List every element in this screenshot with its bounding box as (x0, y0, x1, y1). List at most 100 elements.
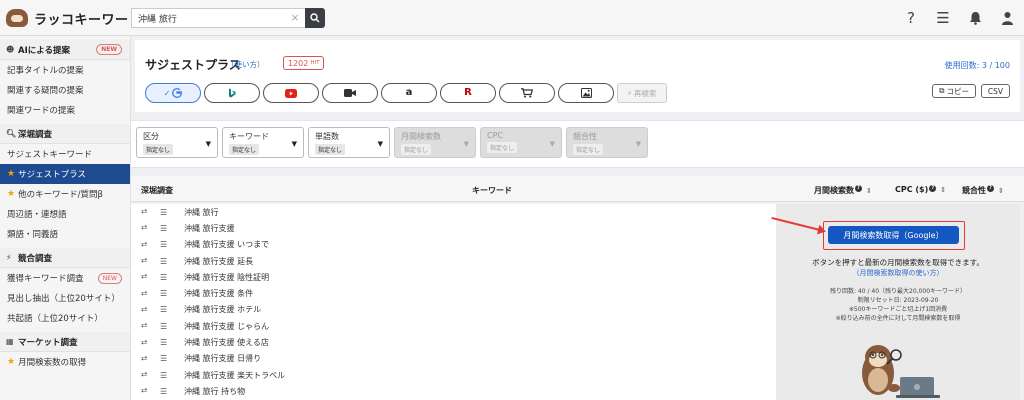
menu-icon[interactable]: ☰ (934, 9, 952, 27)
sidebar-item-acquired-keywords[interactable]: 獲得キーワード調査 NEW (0, 268, 130, 288)
search-icon (310, 13, 320, 23)
filter-value: 指定なし (315, 144, 346, 155)
dig-deeper-icon[interactable]: ⮂ (141, 289, 157, 299)
menu-icon[interactable]: ☰ (160, 305, 176, 314)
app-logo[interactable]: ラッコキーワード (6, 7, 142, 29)
table-row: ⮂ ☰ 沖縄 旅行支援 (131, 220, 776, 236)
engine-youtube-button[interactable] (263, 83, 319, 103)
sidebar-item-suggest-keyword[interactable]: サジェストキーワード (0, 144, 130, 164)
dig-deeper-icon[interactable]: ⮂ (141, 370, 157, 380)
dig-deeper-icon[interactable]: ⮂ (141, 386, 157, 396)
star-icon: ★ (7, 189, 16, 199)
engine-images-button[interactable] (558, 83, 614, 103)
dig-deeper-icon[interactable]: ⮂ (141, 207, 157, 217)
menu-icon[interactable]: ☰ (160, 322, 176, 331)
clear-icon[interactable]: × (289, 12, 301, 24)
menu-icon[interactable]: ☰ (160, 257, 176, 266)
engine-google-button[interactable]: ✓ (145, 83, 201, 103)
dig-deeper-icon[interactable]: ⮂ (141, 256, 157, 266)
dig-deeper-icon[interactable]: ⮂ (141, 338, 157, 348)
engine-rakuten-button[interactable]: R (440, 83, 496, 103)
table-row: ⮂ ☰ 沖縄 旅行 (131, 204, 776, 220)
section-title: 競合調査 (18, 253, 53, 264)
sidebar-section-market: ▦ マーケット調査 (0, 332, 130, 352)
dig-deeper-icon[interactable]: ⮂ (141, 223, 157, 233)
sidebar-item-cooccurrence[interactable]: 共起語（上位20サイト） (0, 308, 130, 328)
new-badge: NEW (96, 44, 122, 55)
sort-icon[interactable]: ⇕ (940, 186, 946, 194)
sidebar-item-question-suggest[interactable]: 関連する疑問の提案 (0, 80, 130, 100)
user-icon[interactable] (998, 9, 1016, 27)
menu-icon[interactable]: ☰ (160, 224, 176, 233)
filter-keyword[interactable]: キーワード 指定なし ▼ (222, 127, 304, 158)
sidebar-item-other-keywords[interactable]: ★ 他のキーワード/質問β (0, 184, 130, 204)
help-icon[interactable]: ? (855, 185, 862, 192)
filter-monthly-volume: 月間検索数 指定なし ▼ (394, 127, 476, 158)
sidebar-item-label: 他のキーワード/質問β (18, 190, 103, 200)
menu-icon[interactable]: ☰ (160, 240, 176, 249)
table-row: ⮂ ☰ 沖縄 旅行支援 じゃらん (131, 318, 776, 334)
sidebar-item-title-suggest[interactable]: 記事タイトルの提案 (0, 60, 130, 80)
bing-icon (229, 88, 236, 98)
menu-icon[interactable]: ☰ (160, 354, 176, 363)
image-icon (580, 88, 592, 98)
filter-word-count[interactable]: 単語数 指定なし ▼ (308, 127, 390, 158)
search-icon: ⌕ (627, 88, 632, 97)
star-icon: ★ (7, 169, 16, 179)
volume-howto-link[interactable]: （月間検索数取得の使い方） (776, 268, 1020, 278)
engine-amazon-button[interactable]: a (381, 83, 437, 103)
search-input[interactable] (131, 8, 305, 28)
research-button[interactable]: ⌕ 再検索 (617, 83, 667, 103)
section-title: マーケット調査 (18, 337, 78, 348)
table-row: ⮂ ☰ 沖縄 旅行 持ち物 (131, 383, 776, 399)
bell-icon[interactable] (966, 9, 984, 27)
help-icon[interactable]: ? (902, 9, 920, 27)
help-icon[interactable]: ? (987, 185, 994, 192)
col-volume-header[interactable]: 月間検索数? ⇕ (814, 185, 872, 196)
app-name: ラッコキーワード (34, 12, 143, 28)
dig-deeper-icon[interactable]: ⮂ (141, 240, 157, 250)
search-button[interactable] (305, 8, 325, 28)
menu-icon[interactable]: ☰ (160, 371, 176, 380)
filter-value: 指定なし (573, 144, 604, 155)
menu-icon[interactable]: ☰ (160, 289, 176, 298)
rakuten-icon: R (464, 87, 472, 98)
col-label: CPC ($) (895, 185, 929, 194)
engine-video-button[interactable] (322, 83, 378, 103)
sidebar-item-headings[interactable]: 見出し抽出（上位20サイト） (0, 288, 130, 308)
csv-button[interactable]: CSV (980, 84, 1010, 98)
col-cpc-header[interactable]: CPC ($)? ⇕ (895, 185, 946, 194)
sidebar-item-synonyms[interactable]: 類語・同義語 (0, 224, 130, 244)
hit-count-badge: 1202 HIT (283, 56, 325, 70)
menu-icon[interactable]: ☰ (160, 208, 176, 217)
help-icon[interactable]: ? (929, 185, 937, 192)
engine-bing-button[interactable] (204, 83, 260, 103)
col-keyword-header: キーワード (472, 186, 512, 195)
filter-bar: 区分 指定なし ▼ キーワード 指定なし ▼ 単語数 指定なし ▼ 月間検索数 指定なし ▼ C… (131, 120, 1024, 168)
menu-icon[interactable]: ☰ (160, 273, 176, 282)
dig-deeper-icon[interactable]: ⮂ (141, 321, 157, 331)
dig-deeper-icon[interactable]: ⮂ (141, 305, 157, 315)
caret-down-icon: ▼ (549, 140, 555, 148)
copy-button[interactable]: ⧉ コピー (932, 84, 976, 98)
menu-icon[interactable]: ☰ (160, 338, 176, 347)
sidebar-section-competitor: ⚡︎ 競合調査 (0, 248, 130, 268)
col-comp-header[interactable]: 競合性? ⇕ (962, 185, 1004, 196)
engine-shopping-button[interactable] (499, 83, 555, 103)
howto-link[interactable]: （使い方） (227, 59, 265, 70)
sort-icon[interactable]: ⇕ (866, 187, 872, 195)
filter-category[interactable]: 区分 指定なし ▼ (136, 127, 218, 158)
sidebar-item-suggest-plus[interactable]: ★ サジェストプラス (0, 164, 130, 184)
dig-deeper-icon[interactable]: ⮂ (141, 354, 157, 364)
sidebar-item-label: 月間検索数の取得 (18, 358, 87, 368)
sidebar-item-related-suggest[interactable]: 関連ワードの提案 (0, 100, 130, 120)
sidebar-item-associations[interactable]: 周辺語・連想語 (0, 204, 130, 224)
dig-deeper-icon[interactable]: ⮂ (141, 272, 157, 282)
sidebar-item-monthly-volume[interactable]: ★ 月間検索数の取得 (0, 352, 130, 372)
menu-icon[interactable]: ☰ (160, 387, 176, 396)
hit-unit: HIT (310, 60, 320, 66)
sort-icon[interactable]: ⇕ (998, 187, 1004, 195)
youtube-icon (285, 88, 297, 98)
sidebar-section-ai: ☻ AIによる提案 NEW (0, 40, 130, 60)
fetch-volume-button[interactable]: 月間検索数取得（Google） (828, 226, 959, 244)
